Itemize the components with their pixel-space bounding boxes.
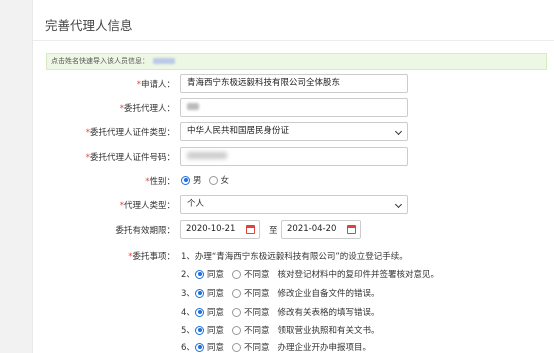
agent-type-select[interactable]: 个人 [180,195,408,214]
agent-type-label: *代理人类型： [119,201,175,211]
matter-item-3: 3、 同意 不同意 修改企业自备文件的错误。 [181,288,380,299]
disagree-radio[interactable] [232,342,242,352]
gender-label: *性别： [145,177,175,187]
agent-row: *委托代理人： [33,98,554,118]
disagree-radio[interactable] [232,288,242,298]
agree-radio[interactable] [195,307,204,317]
gender-female-label: 女 [220,176,230,186]
validity-start-date[interactable]: 2020-10-21 [180,220,260,239]
matters-row: *委托事项： 1、办理“青海西宁东极远毅科技有限公司”的设立登记手续。 [33,246,554,266]
agree-radio[interactable] [195,288,204,298]
page-title: 完善代理人信息 [45,18,133,33]
date-range-separator: 至 [269,226,278,236]
calendar-icon[interactable] [347,225,356,234]
gender-row: *性别： 男 女 [33,171,554,191]
matter-item-6: 6、 同意 不同意 办理企业开办申报项目。 [181,342,372,353]
validity-end-date[interactable]: 2021-04-20 [281,220,361,239]
validity-row: 委托有效期限： 2020-10-21 至 2021-04-20 [33,220,554,240]
matter-item-5: 5、 同意 不同意 领取营业执照和有关文书。 [181,325,380,336]
gender-female-radio[interactable] [208,175,218,185]
matter-item-2: 2、 同意 不同意 核对登记材料中的复印件并签署核对意见。 [181,269,440,280]
id-type-label: *委托代理人证件类型： [85,128,175,138]
applicant-input[interactable]: 青海西宁东极远毅科技有限公司全体股东 [180,74,408,93]
matters-label: *委托事项： [128,252,175,262]
agree-radio[interactable] [195,342,204,352]
matter-item-1: 1、办理“青海西宁东极远毅科技有限公司”的设立登记手续。 [181,252,408,262]
title-divider [33,40,554,41]
disagree-radio[interactable] [232,269,242,279]
matter-item-4: 4、 同意 不同意 修改有关表格的填写错误。 [181,307,380,318]
id-type-row: *委托代理人证件类型： 中华人民共和国居民身份证 [33,122,554,142]
applicant-label: *申请人： [136,80,175,90]
id-type-select[interactable]: 中华人民共和国居民身份证 [180,122,408,141]
quick-import-hint: 点击姓名快速导入该人员信息： [46,53,547,70]
validity-label: 委托有效期限： [115,226,175,236]
blurred-name [187,103,199,110]
agree-radio[interactable] [195,325,204,335]
agent-name-input[interactable] [180,98,408,117]
blurred-id-number [187,152,227,159]
agent-label: *委托代理人： [119,104,175,114]
gender-radio-group: 男 女 [181,174,229,186]
id-number-row: *委托代理人证件号码： [33,147,554,167]
disagree-radio[interactable] [232,325,242,335]
blurred-person-link[interactable] [153,58,175,64]
id-number-label: *委托代理人证件号码： [85,153,175,163]
calendar-icon[interactable] [246,225,255,234]
gender-male-radio[interactable] [181,175,190,185]
hint-text: 点击姓名快速导入该人员信息： [51,57,149,65]
gender-male-label: 男 [193,176,202,186]
agent-type-row: *代理人类型： 个人 [33,195,554,215]
applicant-row: *申请人： 青海西宁东极远毅科技有限公司全体股东 [33,74,554,94]
id-number-input[interactable] [180,147,408,166]
disagree-radio[interactable] [232,307,242,317]
agree-radio[interactable] [195,269,204,279]
form-panel: 完善代理人信息 点击姓名快速导入该人员信息： *申请人： 青海西宁东极远毅科技有… [32,0,554,353]
